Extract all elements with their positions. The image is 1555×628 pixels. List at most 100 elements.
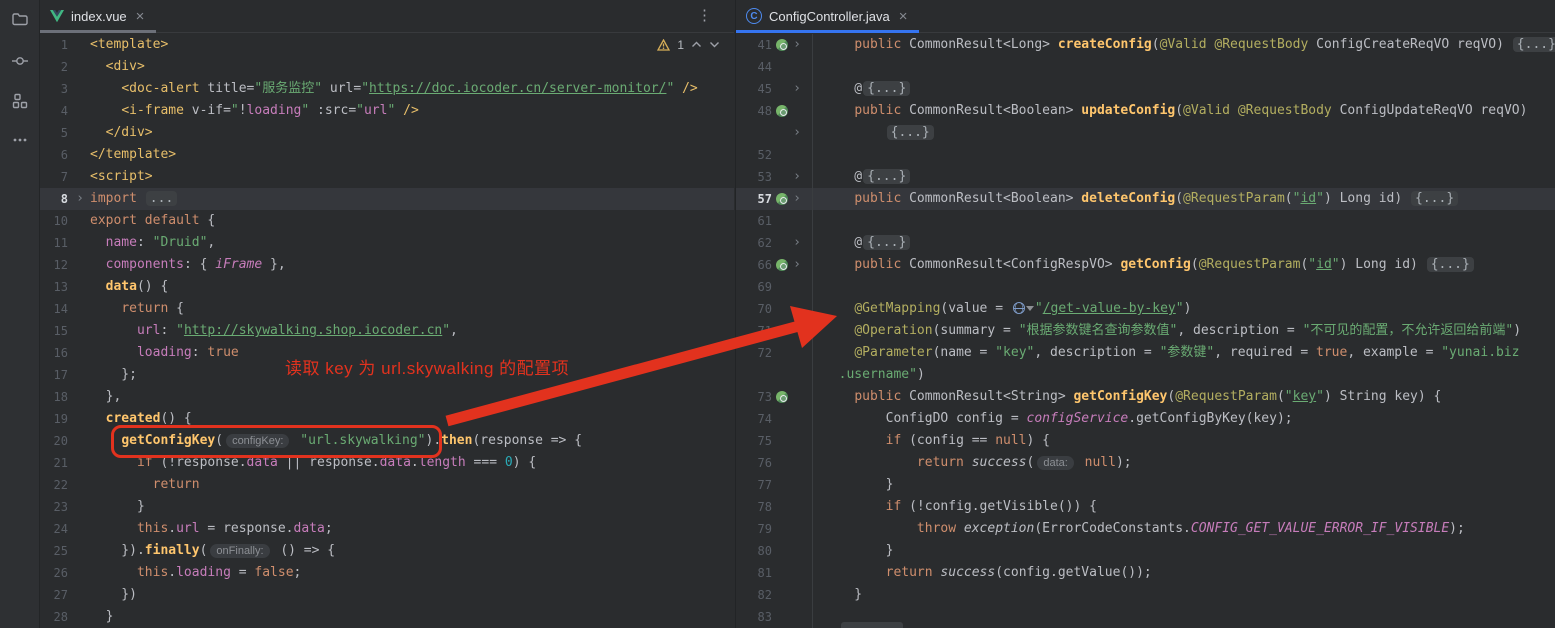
folded-region[interactable]: {...} [863, 169, 910, 184]
code-line[interactable]: 70 @GetMapping(value = "/get-value-by-ke… [736, 298, 1555, 320]
code-line[interactable]: 27 }) [40, 584, 734, 606]
line-number[interactable]: 76 [736, 452, 774, 474]
code-line[interactable]: 73 public CommonResult<String> getConfig… [736, 386, 1555, 408]
prev-warning-icon[interactable] [691, 39, 702, 51]
code-line[interactable]: 57› public CommonResult<Boolean> deleteC… [736, 188, 1555, 210]
line-number[interactable]: 22 [40, 474, 72, 496]
line-number[interactable]: 70 [736, 298, 774, 320]
line-number[interactable]: 75 [736, 430, 774, 452]
line-number[interactable]: 14 [40, 298, 72, 320]
fold-arrow-icon[interactable]: › [72, 188, 88, 210]
code-line[interactable]: 78 if (!config.getVisible()) { [736, 496, 1555, 518]
code-line[interactable]: 75 if (config == null) { [736, 430, 1555, 452]
code-line[interactable]: 76 return success(data: null); [736, 452, 1555, 474]
endpoint-mapping-icon[interactable] [774, 34, 790, 56]
inspection-widget[interactable]: 1 [657, 38, 720, 52]
line-number[interactable]: 24 [40, 518, 72, 540]
line-number[interactable]: 6 [40, 144, 72, 166]
folded-region[interactable]: {...} [863, 81, 910, 96]
code-line[interactable]: 14 return { [40, 298, 734, 320]
code-line[interactable]: 25 }).finally(onFinally: () => { [40, 540, 734, 562]
code-line[interactable]: 44 [736, 56, 1555, 78]
code-line[interactable]: 81 return success(config.getValue()); [736, 562, 1555, 584]
code-line[interactable]: 48 public CommonResult<Boolean> updateCo… [736, 100, 1555, 122]
line-number[interactable]: 72 [736, 342, 774, 364]
line-number[interactable]: 10 [40, 210, 72, 232]
code-line[interactable]: 5 </div> [40, 122, 734, 144]
line-number[interactable]: 83 [736, 606, 774, 628]
code-line[interactable]: 13 data() { [40, 276, 734, 298]
url-mapping-globe-icon[interactable] [1013, 302, 1025, 314]
code-line[interactable]: 28 } [40, 606, 734, 628]
line-number[interactable] [736, 122, 774, 144]
code-line[interactable]: 71 @Operation(summary = "根据参数键名查询参数值", d… [736, 320, 1555, 342]
code-line[interactable]: 45› @{...} [736, 78, 1555, 100]
line-number[interactable]: 25 [40, 540, 72, 562]
tab-configcontroller-java[interactable]: C ConfigController.java × [736, 0, 919, 32]
code-line[interactable]: 3 <doc-alert title="服务监控" url="https://d… [40, 78, 734, 100]
fold-arrow-icon[interactable]: › [790, 78, 804, 100]
line-number[interactable]: 28 [40, 606, 72, 628]
folded-region[interactable]: {...} [1411, 191, 1458, 206]
code-line[interactable]: 62› @{...} [736, 232, 1555, 254]
line-number[interactable]: 3 [40, 78, 72, 100]
code-line[interactable]: 74 ConfigDO config = configService.getCo… [736, 408, 1555, 430]
code-line[interactable]: 4 <i-frame v-if="!loading" :src="url" /> [40, 100, 734, 122]
line-number[interactable]: 8 [40, 188, 72, 210]
code-line[interactable]: 1<template> [40, 34, 734, 56]
line-number[interactable] [736, 364, 774, 386]
line-number[interactable]: 12 [40, 254, 72, 276]
folded-region[interactable]: ... [146, 191, 177, 206]
line-number[interactable]: 18 [40, 386, 72, 408]
chevron-down-icon[interactable] [1026, 306, 1034, 311]
code-line[interactable]: 7<script> [40, 166, 734, 188]
line-number[interactable]: 11 [40, 232, 72, 254]
line-number[interactable]: 79 [736, 518, 774, 540]
code-line[interactable]: 12 components: { iFrame }, [40, 254, 734, 276]
code-line[interactable]: .username") [736, 364, 1555, 386]
close-tab-icon[interactable]: × [899, 9, 908, 24]
code-line[interactable]: 8›import ... [40, 188, 734, 210]
line-number[interactable]: 82 [736, 584, 774, 606]
editor-options-kebab-icon[interactable]: ⋮ [697, 6, 712, 26]
endpoint-mapping-icon[interactable] [774, 100, 790, 122]
project-folder-icon[interactable] [9, 8, 31, 30]
code-line[interactable]: 6</template> [40, 144, 734, 166]
code-line[interactable]: 80 } [736, 540, 1555, 562]
commit-icon[interactable] [9, 50, 31, 72]
endpoint-mapping-icon[interactable] [774, 386, 790, 408]
line-number[interactable]: 81 [736, 562, 774, 584]
line-number[interactable]: 61 [736, 210, 774, 232]
structure-icon[interactable] [9, 90, 31, 112]
line-number[interactable]: 26 [40, 562, 72, 584]
code-line[interactable]: 77 } [736, 474, 1555, 496]
line-number[interactable]: 77 [736, 474, 774, 496]
line-number[interactable]: 52 [736, 144, 774, 166]
line-number[interactable]: 66 [736, 254, 774, 276]
line-number[interactable]: 73 [736, 386, 774, 408]
line-number[interactable]: 80 [736, 540, 774, 562]
line-number[interactable]: 15 [40, 320, 72, 342]
folded-region[interactable]: {...} [1427, 257, 1474, 272]
folded-region[interactable]: {...} [863, 235, 910, 250]
line-number[interactable]: 2 [40, 56, 72, 78]
fold-arrow-icon[interactable]: › [790, 188, 804, 210]
line-number[interactable]: 53 [736, 166, 774, 188]
line-number[interactable]: 48 [736, 100, 774, 122]
code-line[interactable]: 10export default { [40, 210, 734, 232]
code-line[interactable]: 2 <div> [40, 56, 734, 78]
code-line[interactable]: 15 url: "http://skywalking.shop.iocoder.… [40, 320, 734, 342]
fold-arrow-icon[interactable]: › [790, 232, 804, 254]
line-number[interactable]: 20 [40, 430, 72, 452]
code-line[interactable]: 24 this.url = response.data; [40, 518, 734, 540]
line-number[interactable]: 1 [40, 34, 72, 56]
endpoint-mapping-icon[interactable] [774, 188, 790, 210]
line-number[interactable]: 19 [40, 408, 72, 430]
folded-region-partial[interactable] [841, 622, 903, 628]
line-number[interactable]: 16 [40, 342, 72, 364]
fold-arrow-icon[interactable]: › [790, 122, 804, 144]
code-line[interactable]: 61 [736, 210, 1555, 232]
code-line[interactable]: 18 }, [40, 386, 734, 408]
folded-region[interactable]: {...} [887, 125, 934, 140]
line-number[interactable]: 62 [736, 232, 774, 254]
